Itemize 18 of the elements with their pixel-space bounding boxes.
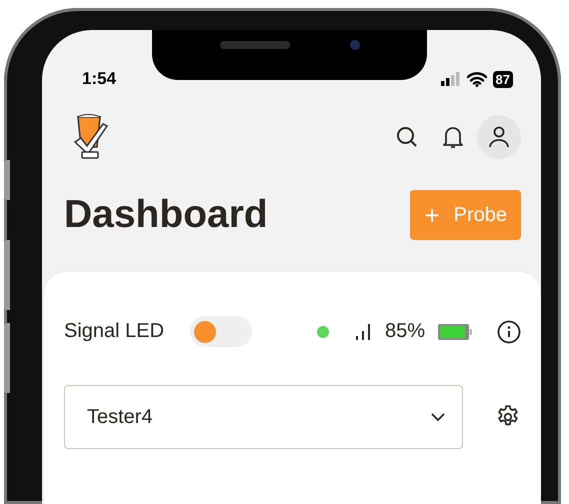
profile-button[interactable] <box>477 115 521 159</box>
status-time: 1:54 <box>82 69 116 89</box>
device-select[interactable]: Tester4 <box>64 385 464 449</box>
user-icon <box>488 126 510 148</box>
device-battery-reading: 85% <box>384 320 425 343</box>
signal-strength-icon <box>354 322 371 340</box>
search-icon <box>395 125 419 149</box>
wifi-icon <box>466 72 487 86</box>
battery-indicator: 87 <box>492 70 513 88</box>
cellular-signal-icon <box>440 72 461 86</box>
info-icon[interactable] <box>497 320 521 344</box>
signal-led-toggle[interactable] <box>190 316 252 347</box>
signal-led-label: Signal LED <box>64 320 164 343</box>
page-title: Dashboard <box>64 193 268 237</box>
battery-full-icon <box>437 322 473 340</box>
beer-check-logo-icon <box>72 114 108 160</box>
chevron-down-icon <box>430 412 446 422</box>
bell-icon <box>442 125 464 149</box>
